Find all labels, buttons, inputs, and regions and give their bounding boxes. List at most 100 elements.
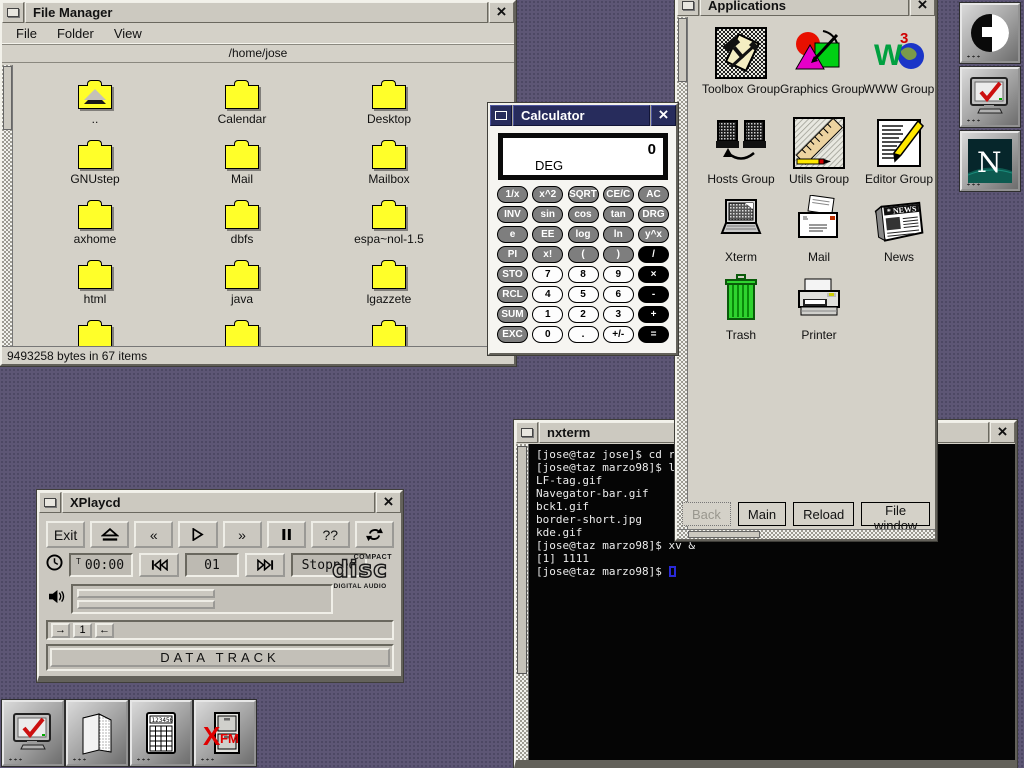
calc-button-item[interactable]: × [638,266,669,283]
dock-monitor-check-button[interactable] [2,700,64,766]
forward-button[interactable]: » [223,521,262,548]
calc-button-item[interactable]: +/- [603,326,634,343]
calc-button-5[interactable]: 5 [568,286,599,303]
terminal-scrollbar[interactable] [516,444,529,760]
calc-button-e[interactable]: e [497,226,528,243]
app-item-www-group[interactable]: W3WWW Group [860,27,935,96]
folder-item-espa-nol-1-5[interactable]: espa~nol-1.5 [334,199,444,246]
dock-xfm-button[interactable]: XFM [194,700,256,766]
rewind-button[interactable]: « [134,521,173,548]
vertical-scrollbar[interactable] [677,17,688,529]
file-list-area[interactable]: ..CalendarDesktopGNUstepMailMailboxaxhom… [2,65,514,346]
app-item-trash[interactable]: Trash [702,273,780,342]
button-back[interactable]: Back [682,502,731,526]
calc-button-ac[interactable]: AC [638,186,669,203]
calc-button-item[interactable]: = [638,326,669,343]
data-track-button[interactable]: DATA TRACK [50,648,390,667]
dock-monitor-check-button[interactable] [960,67,1020,127]
shuffle-button[interactable]: ?? [311,521,350,548]
button-reload[interactable]: Reload [793,502,854,526]
exit-button[interactable]: Exit [46,521,85,548]
calc-button-4[interactable]: 4 [532,286,563,303]
dock-netscape-button[interactable]: N [960,131,1020,191]
calc-button-tan[interactable]: tan [603,206,634,223]
calc-button-y-x[interactable]: y^x [638,226,669,243]
calc-button-rcl[interactable]: RCL [497,286,528,303]
dock-steps-button[interactable] [960,3,1020,63]
calc-button-6[interactable]: 6 [603,286,634,303]
track-forward-button[interactable]: → [51,623,70,638]
app-item-utils-group[interactable]: Utils Group [780,117,858,186]
app-item-xterm[interactable]: Xterm [702,195,780,264]
folder-item-calendar[interactable]: Calendar [187,79,297,126]
calc-button-0[interactable]: 0 [532,326,563,343]
play-button[interactable] [178,521,217,548]
eject-button[interactable] [90,521,129,548]
calc-button-item[interactable]: ) [603,246,634,263]
app-item-printer[interactable]: Printer [780,273,858,342]
button-file-window[interactable]: File window [861,502,930,526]
window-menu-button[interactable] [677,0,699,16]
calc-button-item[interactable]: ( [568,246,599,263]
folder-item-dbfs[interactable]: dbfs [187,199,297,246]
calc-button-sum[interactable]: SUM [497,306,528,323]
menu-view[interactable]: View [104,24,152,43]
next-track-button[interactable] [245,553,285,577]
dock-box-button[interactable] [66,700,128,766]
folder-item-html[interactable]: html [40,259,150,306]
calc-button-drg[interactable]: DRG [638,206,669,223]
folder-item-lgazzete[interactable]: lgazzete [334,259,444,306]
app-item-toolbox-group[interactable]: Toolbox Group [702,27,780,96]
calc-button-ce-c[interactable]: CE/C [603,186,634,203]
track-back-button[interactable]: ← [95,623,114,638]
calc-button-item[interactable]: + [638,306,669,323]
scrollbar-thumb[interactable] [3,66,12,130]
calc-button-3[interactable]: 3 [603,306,634,323]
app-item-mail[interactable]: Mail [780,195,858,264]
calc-button-sin[interactable]: sin [532,206,563,223]
close-button[interactable]: × [376,492,401,513]
folder-item-mailbox[interactable]: Mailbox [334,139,444,186]
menu-file[interactable]: File [6,24,47,43]
calc-button-pi[interactable]: PI [497,246,528,263]
calc-button-ee[interactable]: EE [532,226,563,243]
calc-button-x-2[interactable]: x^2 [532,186,563,203]
calc-button-sto[interactable]: STO [497,266,528,283]
button-main[interactable]: Main [738,502,786,526]
calc-button-1-x[interactable]: 1/x [497,186,528,203]
calc-button-8[interactable]: 8 [568,266,599,283]
window-menu-button[interactable] [490,105,512,126]
app-item-graphics-group[interactable]: Graphics Group [780,27,858,96]
calc-button-2[interactable]: 2 [568,306,599,323]
folder-item[interactable] [40,319,150,346]
folder-item[interactable] [187,319,297,346]
calc-button-cos[interactable]: cos [568,206,599,223]
calc-button-exc[interactable]: EXC [497,326,528,343]
folder-item-desktop[interactable]: Desktop [334,79,444,126]
app-item-hosts-group[interactable]: Hosts Group [702,117,780,186]
vertical-scrollbar[interactable] [2,65,13,346]
track-1-button[interactable]: 1 [73,623,92,638]
folder-item-item[interactable]: .. [40,79,150,126]
calc-button-item[interactable]: - [638,286,669,303]
volume-slider-left[interactable] [77,589,215,598]
scrollbar-thumb[interactable] [517,446,527,674]
close-button[interactable]: × [990,422,1015,443]
close-button[interactable]: × [489,2,514,23]
calc-button-item[interactable]: / [638,246,669,263]
horizontal-scrollbar[interactable] [677,529,935,539]
app-item-news[interactable]: * NEWSNews [860,195,935,264]
scrollbar-thumb[interactable] [688,531,760,538]
folder-item[interactable] [334,319,444,346]
window-menu-button[interactable] [2,2,24,23]
close-button[interactable]: × [910,0,935,16]
folder-item-mail[interactable]: Mail [187,139,297,186]
menu-folder[interactable]: Folder [47,24,104,43]
calc-button-sqrt[interactable]: SQRT [568,186,599,203]
app-item-editor-group[interactable]: Editor Group [860,117,935,186]
calc-button-inv[interactable]: INV [497,206,528,223]
pause-button[interactable] [267,521,306,548]
window-menu-button[interactable] [516,422,538,443]
volume-slider-right[interactable] [77,600,215,609]
calc-button-log[interactable]: log [568,226,599,243]
